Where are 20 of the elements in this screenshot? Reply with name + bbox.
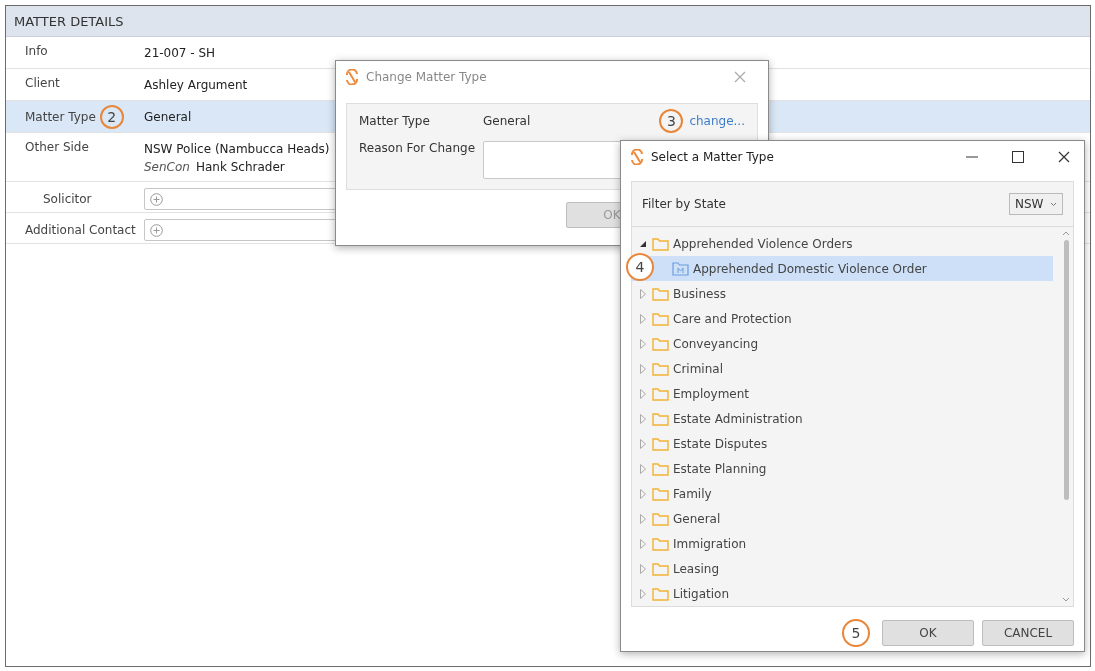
dialog-title: Select a Matter Type	[651, 150, 775, 164]
field-value: NSW Police (Nambucca Heads)	[144, 141, 330, 158]
step-number: 2	[99, 105, 124, 129]
field-label: Other Side	[25, 140, 89, 154]
step-number: 5	[842, 619, 870, 647]
step-number: 3	[659, 109, 684, 133]
field-value: General	[144, 109, 192, 126]
field-label: Reason For Change	[359, 141, 477, 155]
panel-header: MATTER DETAILS	[6, 6, 1090, 37]
contact-name: SenCon Hank Schrader	[144, 159, 286, 176]
field-label: Matter Type	[359, 114, 431, 128]
dialog-title: Change Matter Type	[366, 70, 488, 84]
field-label: Info	[25, 44, 48, 58]
field-label: Additional Contact	[25, 223, 136, 237]
field-value: 21-007 - SH	[144, 45, 216, 62]
field-label: Solicitor	[43, 192, 92, 206]
field-value: Ashley Argument	[144, 77, 248, 94]
field-label: Client	[25, 76, 60, 90]
field-label: Matter Type	[25, 110, 96, 124]
field-value: General	[483, 114, 532, 128]
